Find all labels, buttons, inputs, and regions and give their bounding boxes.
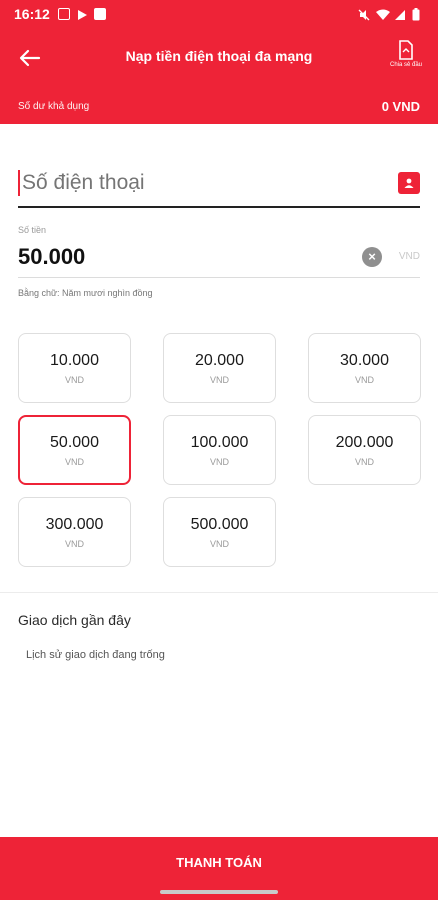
play-store-icon [76, 8, 88, 20]
denomination-value: 10.000 [50, 351, 99, 369]
denomination-option-selected[interactable]: 50.000 VND [18, 415, 131, 485]
denomination-value: 500.000 [190, 515, 249, 533]
contact-book-icon [404, 178, 414, 188]
denomination-value: 100.000 [190, 433, 249, 451]
clear-amount-button[interactable]: × [362, 246, 382, 267]
page-title: Nạp tiền điện thoại đa mạng [125, 48, 313, 64]
battery-icon [412, 8, 424, 21]
denomination-option[interactable]: 300.000 VND [18, 497, 131, 567]
navigation-bar [0, 887, 438, 900]
phone-number-field [18, 160, 420, 208]
amount-label: Số tiền [18, 225, 47, 235]
share-button[interactable]: Chia sẻ đầu [386, 40, 426, 80]
denomination-option[interactable]: 20.000 VND [163, 333, 276, 403]
denomination-unit: VND [209, 456, 229, 467]
section-divider [0, 592, 438, 593]
denomination-value: 20.000 [195, 351, 244, 369]
amount-unit: VND [398, 251, 420, 262]
status-icons-right [358, 8, 424, 21]
wifi-icon [376, 8, 390, 20]
status-bar: 16:12 [0, 0, 438, 28]
denomination-option[interactable]: 500.000 VND [163, 497, 276, 567]
amount-field[interactable]: 50.000 × VND [18, 236, 420, 278]
denomination-option[interactable]: 10.000 VND [18, 333, 131, 403]
phone-number-input[interactable] [22, 171, 398, 195]
denomination-value: 300.000 [45, 515, 104, 533]
denomination-option[interactable]: 30.000 VND [308, 333, 421, 403]
amount-in-words: Bằng chữ: Năm mươi nghìn đồng [18, 288, 153, 298]
home-indicator[interactable] [160, 890, 278, 894]
app-bar: Nạp tiền điện thoại đa mạng Chia sẻ đầu [0, 28, 438, 88]
image-icon [57, 8, 70, 20]
balance-bar: Số dư khả dụng 0 VND [0, 88, 438, 124]
share-label: Chia sẻ đầu [389, 62, 423, 68]
contact-picker-button[interactable] [398, 172, 420, 194]
denomination-unit: VND [64, 456, 84, 467]
balance-label: Số dư khả dụng [18, 100, 90, 112]
denomination-value: 30.000 [340, 351, 389, 369]
signal-icon [394, 8, 406, 20]
denomination-value: 200.000 [335, 433, 394, 451]
mute-icon [358, 8, 370, 21]
denomination-unit: VND [64, 538, 84, 549]
pay-button[interactable]: THANH TOÁN [0, 837, 438, 887]
amount-value[interactable]: 50.000 [18, 244, 362, 270]
close-icon: × [368, 249, 376, 264]
status-icons-left [57, 8, 106, 20]
denomination-value: 50.000 [50, 433, 99, 451]
recent-transactions-empty: Lịch sử giao dịch đang trống [26, 649, 165, 661]
denomination-unit: VND [354, 374, 374, 385]
denomination-unit: VND [354, 456, 374, 467]
denomination-unit: VND [209, 538, 229, 549]
calendar-check-icon [93, 8, 106, 20]
denomination-unit: VND [209, 374, 229, 385]
denomination-option[interactable]: 100.000 VND [163, 415, 276, 485]
status-time: 16:12 [14, 6, 50, 22]
balance-value: 0 VND [381, 98, 420, 114]
share-document-icon [399, 40, 413, 60]
text-caret [18, 170, 20, 196]
recent-transactions-title: Giao dịch gần đây [18, 612, 131, 628]
denomination-option[interactable]: 200.000 VND [308, 415, 421, 485]
denomination-unit: VND [64, 374, 84, 385]
